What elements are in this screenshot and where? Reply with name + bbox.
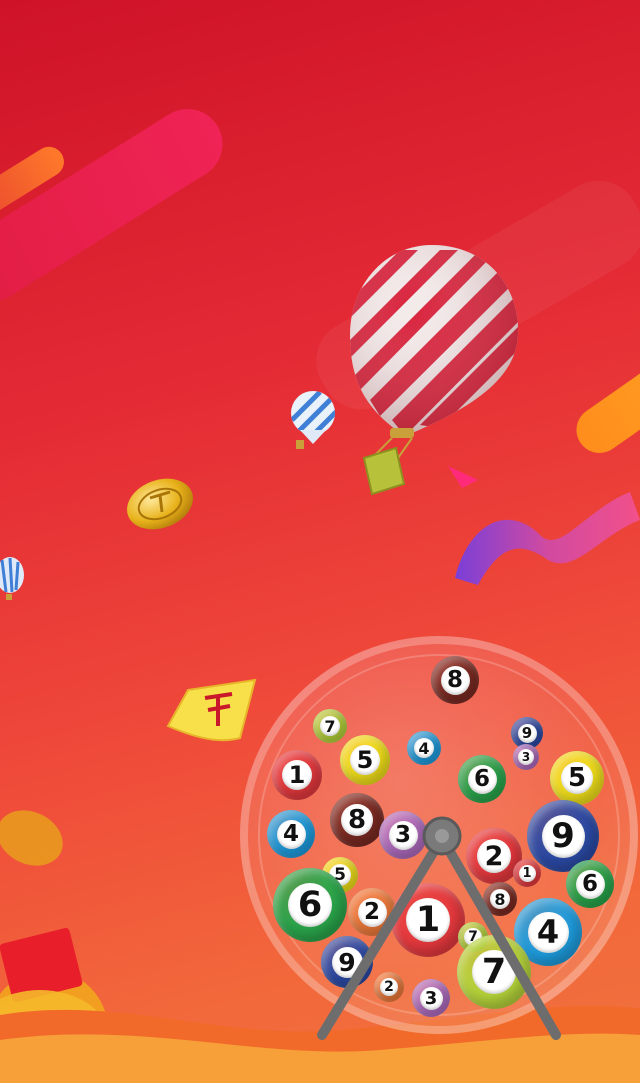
promo-background: 875493165483295186217469723: [0, 0, 640, 1083]
globe-stand: [317, 816, 561, 1040]
